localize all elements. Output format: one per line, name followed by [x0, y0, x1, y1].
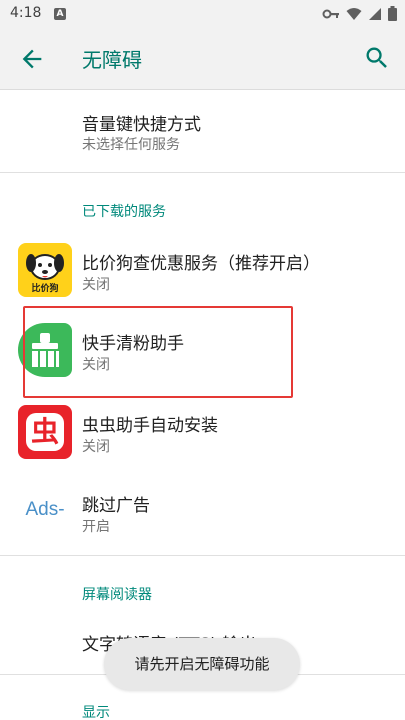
- back-button[interactable]: [18, 45, 46, 73]
- chongchong-icon-text: 虫: [30, 415, 59, 448]
- service-item-bijiagou[interactable]: 比价狗 比价狗查优惠服务（推荐开启） 关闭: [0, 230, 405, 310]
- vpn-key-icon: [322, 9, 339, 18]
- divider: [0, 172, 405, 173]
- arrow-back-icon: [22, 49, 42, 69]
- bijiagou-icon-text: 比价狗: [31, 284, 59, 294]
- service-item-title: 比价狗查优惠服务（推荐开启）: [82, 254, 320, 274]
- volume-shortcut-title: 音量键快捷方式: [82, 115, 201, 135]
- status-time: 4:18: [10, 5, 42, 21]
- service-item-title: 跳过广告: [82, 496, 150, 516]
- service-item-title: 虫虫助手自动安装: [82, 416, 218, 436]
- section-header-display: 显示: [82, 705, 110, 720]
- app-bar: 无障碍: [0, 28, 405, 90]
- signal-icon: [369, 7, 381, 20]
- ads-icon-text: Ads-: [25, 499, 65, 520]
- battery-icon: [388, 6, 397, 21]
- section-header-downloaded: 已下载的服务: [82, 204, 166, 220]
- volume-shortcut-subtitle: 未选择任何服务: [82, 137, 180, 153]
- highlight-box: [23, 306, 293, 398]
- page-title: 无障碍: [82, 48, 142, 72]
- bijiagou-app-icon: 比价狗: [18, 243, 72, 297]
- chongchong-app-icon: 虫: [18, 405, 72, 459]
- divider: [0, 555, 405, 556]
- toast-message: 请先开启无障碍功能: [104, 638, 300, 690]
- status-icons: [322, 6, 397, 21]
- service-item-chongchong[interactable]: 虫 虫虫助手自动安装 关闭: [0, 392, 405, 472]
- ads-app-icon: Ads-: [18, 485, 72, 539]
- section-header-screen-reader: 屏幕阅读器: [82, 587, 152, 603]
- volume-shortcut-item[interactable]: 音量键快捷方式 未选择任何服务: [0, 91, 405, 171]
- service-item-status: 关闭: [82, 439, 110, 455]
- notification-a-icon: A: [54, 8, 66, 20]
- search-button[interactable]: [363, 44, 391, 72]
- service-item-status: 开启: [82, 519, 110, 535]
- search-icon: [366, 47, 387, 68]
- service-item-skip-ads[interactable]: Ads- 跳过广告 开启: [0, 472, 405, 552]
- wifi-icon: [346, 7, 362, 20]
- service-item-status: 关闭: [82, 277, 110, 293]
- status-bar: 4:18 A: [0, 0, 405, 28]
